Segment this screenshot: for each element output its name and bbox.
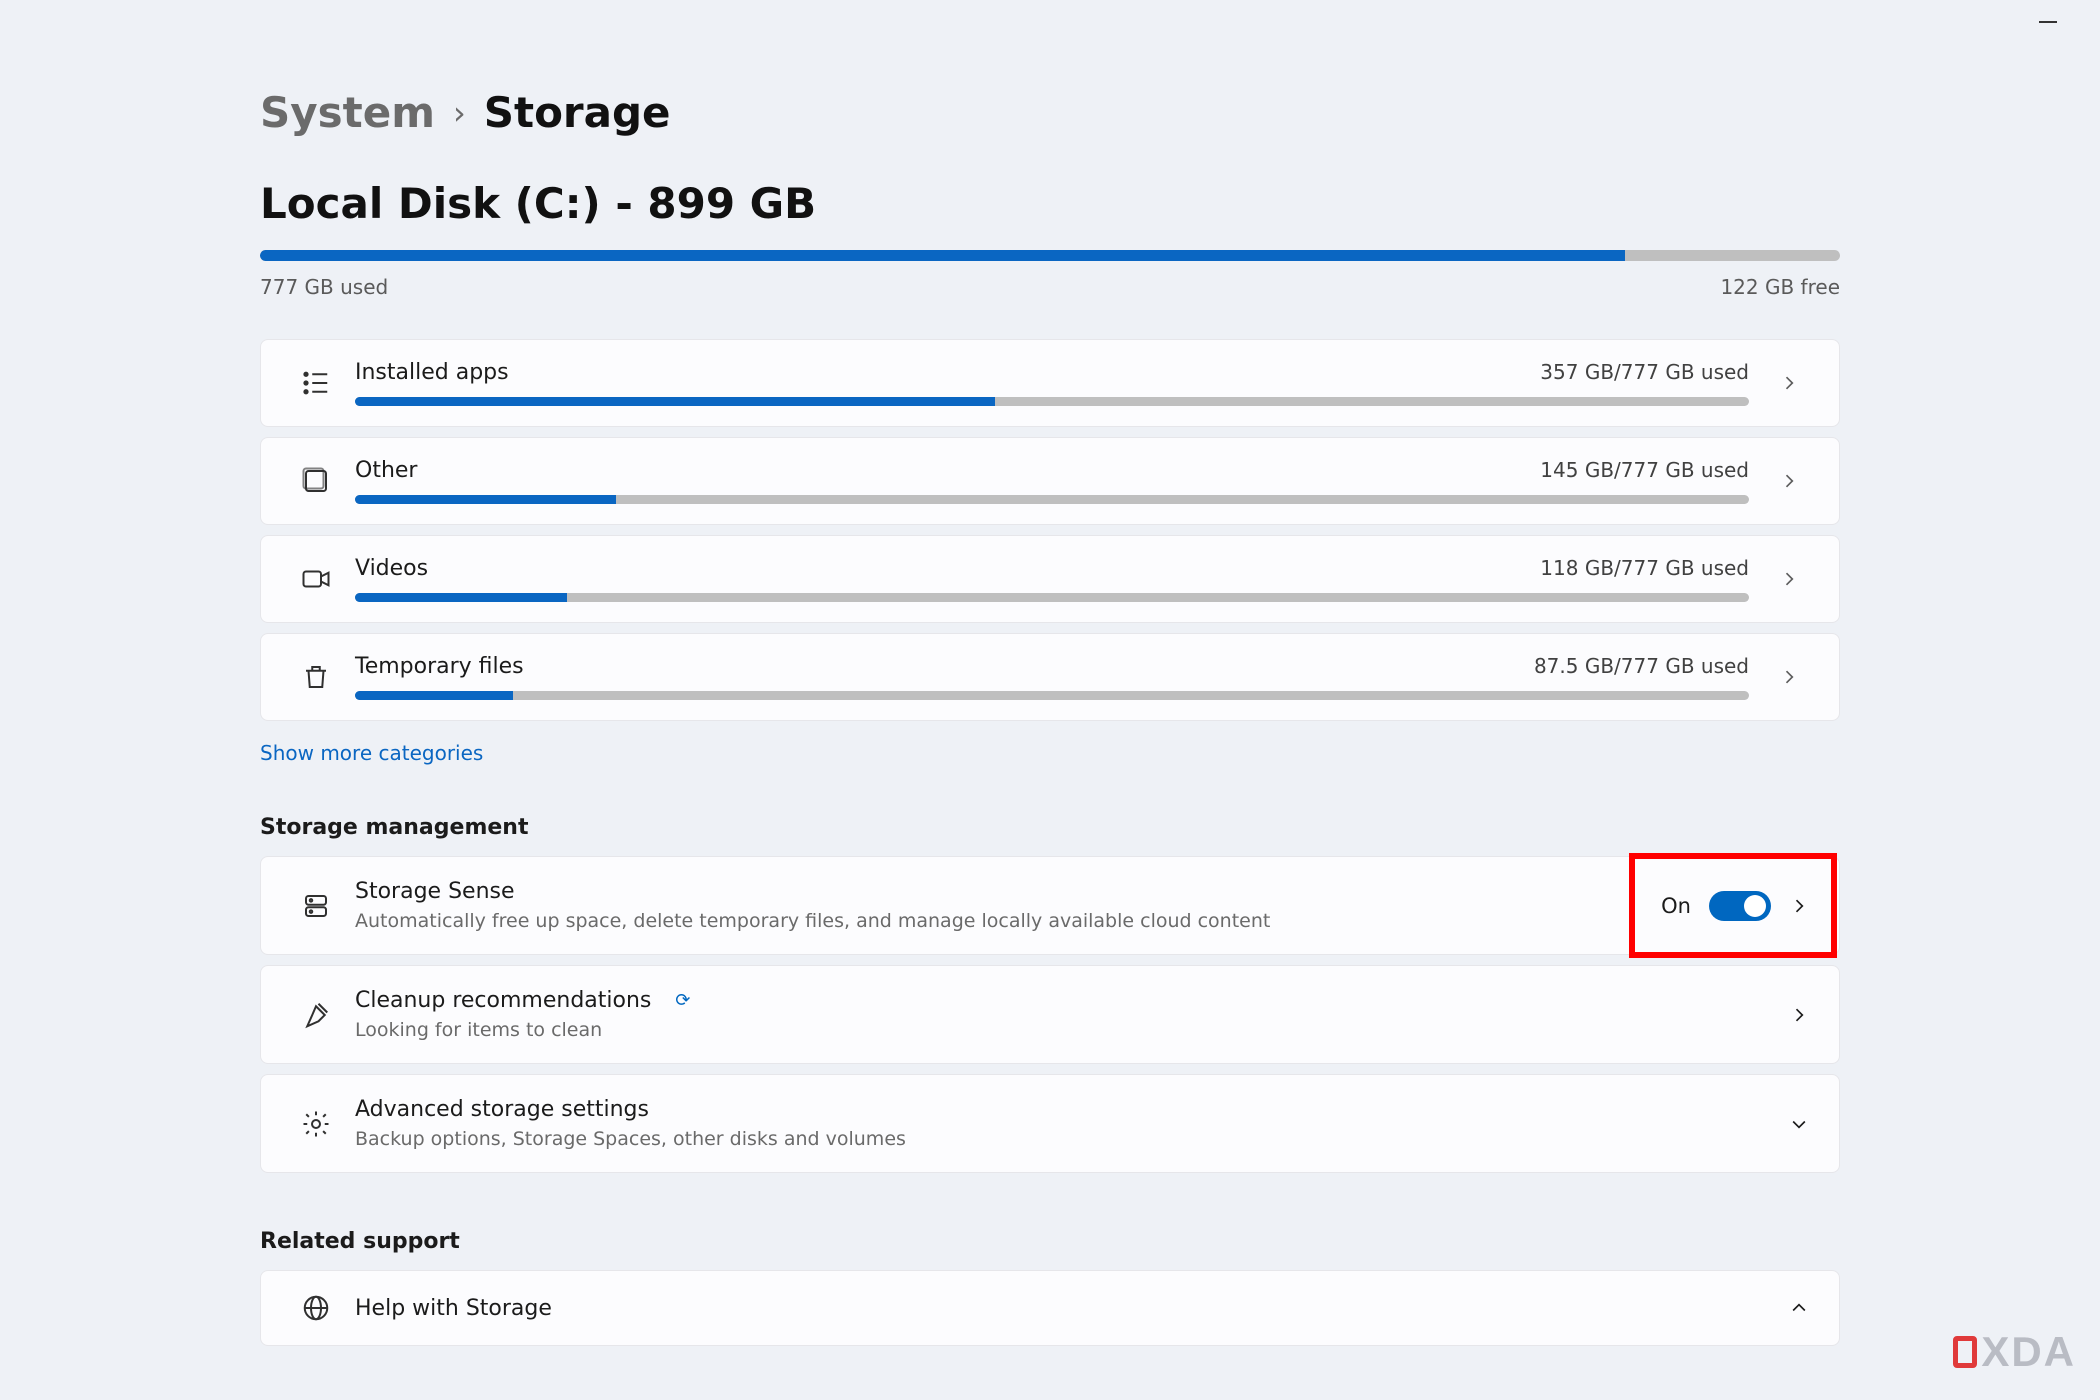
mgmt-title: Cleanup recommendations [355, 988, 651, 1013]
loading-spinner-icon: ⟳ [675, 990, 690, 1011]
storage-category-videos[interactable]: Videos 118 GB/777 GB used [260, 535, 1840, 623]
category-bar [355, 397, 1749, 406]
broom-icon [291, 1000, 341, 1030]
chevron-right-icon: › [453, 94, 466, 132]
chevron-up-icon [1789, 1298, 1809, 1318]
category-usage: 118 GB/777 GB used [1540, 556, 1749, 580]
disk-free-label: 122 GB free [1720, 275, 1840, 299]
related-support-header: Related support [260, 1229, 1840, 1254]
category-title: Installed apps [355, 360, 509, 385]
minimize-button[interactable] [2036, 10, 2060, 34]
storage-category-temporary-files[interactable]: Temporary files 87.5 GB/777 GB used [260, 633, 1840, 721]
mgmt-storage-sense[interactable]: Storage Sense Automatically free up space… [260, 856, 1840, 955]
chevron-right-icon [1769, 667, 1809, 687]
xda-watermark: XDA [1953, 1328, 2076, 1376]
mgmt-subtitle: Backup options, Storage Spaces, other di… [355, 1128, 1789, 1150]
chevron-right-icon [1769, 569, 1809, 589]
category-bar [355, 593, 1749, 602]
storage-management-header: Storage management [260, 815, 1840, 840]
toggle-state-label: On [1661, 894, 1691, 918]
apps-list-icon [291, 368, 341, 398]
mgmt-title: Storage Sense [355, 879, 515, 904]
show-more-categories-link[interactable]: Show more categories [260, 741, 483, 765]
storage-sense-toggle[interactable] [1709, 891, 1771, 921]
trash-icon [291, 662, 341, 692]
chevron-right-icon [1769, 373, 1809, 393]
category-bar [355, 691, 1749, 700]
mgmt-title: Advanced storage settings [355, 1097, 649, 1122]
disk-title: Local Disk (C:) - 899 GB [260, 179, 1840, 228]
mgmt-advanced-storage-settings[interactable]: Advanced storage settings Backup options,… [260, 1074, 1840, 1173]
mgmt-subtitle: Automatically free up space, delete temp… [355, 910, 1661, 932]
breadcrumb-parent[interactable]: System [260, 88, 435, 137]
category-usage: 87.5 GB/777 GB used [1534, 654, 1749, 678]
mgmt-cleanup-recommendations[interactable]: Cleanup recommendations ⟳ Looking for item… [260, 965, 1840, 1064]
disk-usage-bar: 777 GB used 122 GB free [260, 250, 1840, 299]
chevron-down-icon [1789, 1114, 1809, 1134]
breadcrumb-current: Storage [484, 88, 671, 137]
drive-icon [291, 891, 341, 921]
category-title: Temporary files [355, 654, 524, 679]
video-icon [291, 564, 341, 594]
category-usage: 357 GB/777 GB used [1540, 360, 1749, 384]
chevron-right-icon [1789, 1005, 1809, 1025]
gear-icon [291, 1109, 341, 1139]
disk-used-label: 777 GB used [260, 275, 388, 299]
category-usage: 145 GB/777 GB used [1540, 458, 1749, 482]
storage-category-installed-apps[interactable]: Installed apps 357 GB/777 GB used [260, 339, 1840, 427]
category-title: Other [355, 458, 417, 483]
category-title: Videos [355, 556, 428, 581]
globe-icon [291, 1293, 341, 1323]
related-title: Help with Storage [355, 1296, 552, 1321]
chevron-right-icon [1769, 471, 1809, 491]
breadcrumb: System › Storage [260, 88, 1840, 137]
storage-category-other[interactable]: Other 145 GB/777 GB used [260, 437, 1840, 525]
category-bar [355, 495, 1749, 504]
box-icon [291, 466, 341, 496]
mgmt-subtitle: Looking for items to clean [355, 1019, 1789, 1041]
chevron-right-icon [1789, 896, 1809, 916]
related-help-with-storage[interactable]: Help with Storage [260, 1270, 1840, 1346]
